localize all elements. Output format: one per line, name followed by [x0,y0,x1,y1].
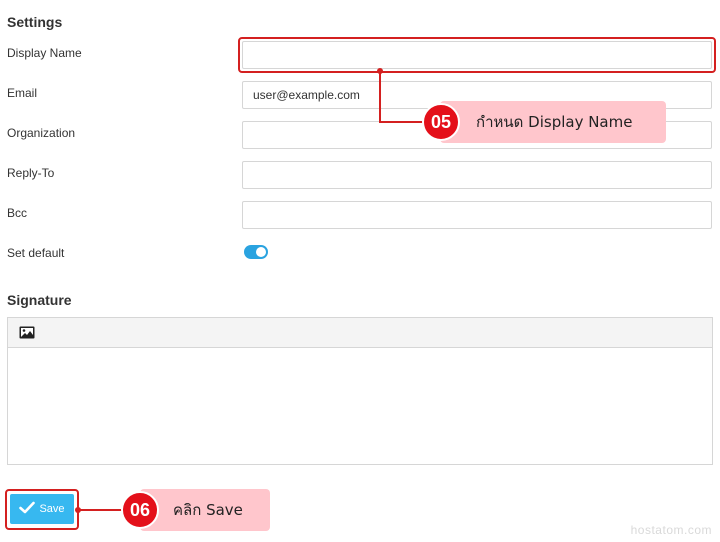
watermark: hostatom.com [630,523,712,537]
callout-06-text: คลิก Save [173,501,243,519]
annotation-connectors [75,68,428,513]
connector-06-dot [75,507,81,513]
badge-06: 06 [121,491,159,529]
badge-05: 05 [422,103,460,141]
callout-06: คลิก Save [140,489,270,531]
callout-05-text: กำหนด Display Name [476,113,633,131]
connector-05-dot [377,68,383,74]
connector-05 [379,71,428,123]
callout-05: กำหนด Display Name [440,101,666,143]
